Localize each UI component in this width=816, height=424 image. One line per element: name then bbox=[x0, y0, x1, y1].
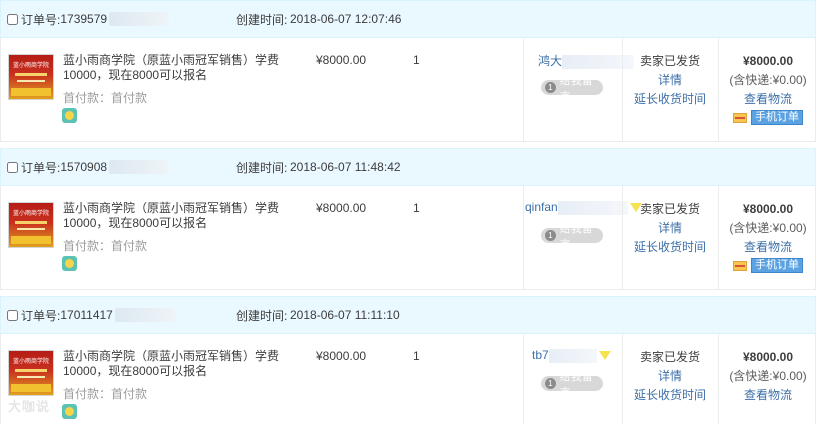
payment-type: 首付款：首付款 bbox=[63, 387, 148, 401]
order-header: 订单号: 1739579 创建时间: 2018-06-07 12:07:46 bbox=[0, 0, 816, 38]
message-count: 1 bbox=[545, 82, 556, 93]
created-at-label: 创建时间: bbox=[236, 160, 288, 175]
extend-receipt-link[interactable]: 延长收货时间 bbox=[623, 386, 717, 405]
order-card: 订单号: 1570908 创建时间: 2018-06-07 11:48:42 蓝… bbox=[0, 148, 816, 290]
quantity: 1 bbox=[413, 201, 420, 215]
order-number: 1739579 bbox=[60, 12, 108, 26]
order-total: ¥8000.00 (含快递:¥0.00) 查看物流 手机订单 bbox=[719, 200, 816, 273]
product-title-link[interactable]: 蓝小雨商学院（原蓝小雨冠军销售）学费10000，现在8000可以报名 bbox=[63, 201, 311, 231]
payment-type: 首付款：首付款 bbox=[63, 239, 148, 253]
product-thumbnail[interactable]: 蓝小雨商学院 bbox=[8, 202, 54, 248]
message-count: 1 bbox=[545, 230, 556, 241]
thumbnail-title: 蓝小雨商学院 bbox=[12, 63, 49, 69]
leave-message-button[interactable]: 1 给我留言 bbox=[541, 75, 603, 103]
buyer-name: tb7 bbox=[532, 348, 549, 362]
product-title-link[interactable]: 蓝小雨商学院（原蓝小雨冠军销售）学费10000，现在8000可以报名 bbox=[63, 53, 311, 83]
order-body: 蓝小雨商学院 蓝小雨商学院（原蓝小雨冠军销售）学费10000，现在8000可以报… bbox=[0, 186, 816, 290]
credit-card-icon bbox=[733, 260, 747, 271]
details-link[interactable]: 详情 bbox=[623, 367, 717, 386]
leave-message-label: 给我留言 bbox=[559, 74, 593, 103]
total-amount: ¥8000.00 bbox=[742, 350, 794, 364]
leave-message-button[interactable]: 1 给我留言 bbox=[541, 371, 603, 399]
redacted-order-suffix bbox=[114, 308, 175, 322]
extend-receipt-link[interactable]: 延长收货时间 bbox=[623, 90, 717, 109]
unit-price: ¥8000.00 bbox=[316, 201, 367, 215]
redacted-order-suffix bbox=[109, 12, 170, 26]
order-no-label: 订单号: bbox=[21, 160, 61, 175]
order-header: 订单号: 17011417 创建时间: 2018-06-07 11:11:10 bbox=[0, 296, 816, 334]
thumbnail-title: 蓝小雨商学院 bbox=[12, 211, 49, 217]
shipping-fee: (含快递:¥0.00) bbox=[729, 369, 807, 383]
quantity: 1 bbox=[413, 53, 420, 67]
order-total: ¥8000.00 (含快递:¥0.00) 查看物流 bbox=[719, 348, 816, 405]
quantity: 1 bbox=[413, 349, 420, 363]
mobile-order-tag: 手机订单 bbox=[751, 258, 803, 273]
order-checkbox[interactable] bbox=[7, 13, 18, 25]
created-at-value: 2018-06-07 11:11:10 bbox=[290, 308, 400, 322]
details-link[interactable]: 详情 bbox=[623, 71, 717, 90]
order-status: 卖家已发货 详情 延长收货时间 bbox=[623, 200, 717, 257]
order-number: 1570908 bbox=[60, 160, 108, 174]
total-amount: ¥8000.00 bbox=[742, 54, 794, 68]
order-status: 卖家已发货 详情 延长收货时间 bbox=[623, 52, 717, 109]
buyer-name-link[interactable]: 鸿大 bbox=[538, 52, 635, 69]
order-card: 订单号: 1739579 创建时间: 2018-06-07 12:07:46 蓝… bbox=[0, 0, 816, 142]
service-badge-icon bbox=[62, 256, 77, 271]
extend-receipt-link[interactable]: 延长收货时间 bbox=[623, 238, 717, 257]
mobile-order-tag: 手机订单 bbox=[751, 110, 803, 125]
product-thumbnail[interactable]: 蓝小雨商学院 bbox=[8, 350, 54, 396]
credit-card-icon bbox=[733, 112, 747, 123]
order-no-label: 订单号: bbox=[21, 12, 61, 27]
product-title-link[interactable]: 蓝小雨商学院（原蓝小雨冠军销售）学费10000，现在8000可以报名 bbox=[63, 349, 311, 379]
unit-price: ¥8000.00 bbox=[316, 53, 367, 67]
flag-icon[interactable] bbox=[598, 351, 611, 361]
unit-price: ¥8000.00 bbox=[316, 349, 367, 363]
redacted-buyer bbox=[557, 200, 628, 215]
created-at-value: 2018-06-07 12:07:46 bbox=[290, 12, 402, 26]
status-text: 卖家已发货 bbox=[639, 350, 700, 364]
order-checkbox[interactable] bbox=[7, 161, 18, 173]
order-card: 订单号: 17011417 创建时间: 2018-06-07 11:11:10 … bbox=[0, 296, 816, 424]
buyer-name: qinfan bbox=[525, 200, 558, 214]
order-checkbox[interactable] bbox=[7, 309, 18, 321]
view-logistics-link[interactable]: 查看物流 bbox=[719, 90, 816, 109]
order-number: 17011417 bbox=[60, 308, 113, 322]
view-logistics-link[interactable]: 查看物流 bbox=[719, 238, 816, 257]
view-logistics-link[interactable]: 查看物流 bbox=[719, 386, 816, 405]
payment-type: 首付款：首付款 bbox=[63, 91, 148, 105]
order-body: 蓝小雨商学院 蓝小雨商学院（原蓝小雨冠军销售）学费10000，现在8000可以报… bbox=[0, 334, 816, 424]
created-at-label: 创建时间: bbox=[236, 308, 288, 323]
order-body: 蓝小雨商学院 蓝小雨商学院（原蓝小雨冠军销售）学费10000，现在8000可以报… bbox=[0, 38, 816, 142]
thumbnail-title: 蓝小雨商学院 bbox=[12, 359, 49, 365]
details-link[interactable]: 详情 bbox=[623, 219, 717, 238]
order-total: ¥8000.00 (含快递:¥0.00) 查看物流 手机订单 bbox=[719, 52, 816, 125]
service-badge-icon bbox=[62, 404, 77, 419]
watermark: 大咖说 bbox=[8, 399, 51, 414]
redacted-order-suffix bbox=[109, 160, 170, 174]
shipping-fee: (含快递:¥0.00) bbox=[729, 73, 807, 87]
order-status: 卖家已发货 详情 延长收货时间 bbox=[623, 348, 717, 405]
buyer-name-link[interactable]: tb7 bbox=[532, 348, 611, 363]
order-no-label: 订单号: bbox=[21, 308, 61, 323]
message-count: 1 bbox=[545, 378, 556, 389]
redacted-buyer bbox=[548, 348, 597, 363]
total-amount: ¥8000.00 bbox=[742, 202, 794, 216]
order-header: 订单号: 1570908 创建时间: 2018-06-07 11:48:42 bbox=[0, 148, 816, 186]
status-text: 卖家已发货 bbox=[639, 202, 700, 216]
shipping-fee: (含快递:¥0.00) bbox=[729, 221, 807, 235]
leave-message-button[interactable]: 1 给我留言 bbox=[541, 223, 603, 251]
buyer-name: 鸿大 bbox=[538, 54, 563, 68]
status-text: 卖家已发货 bbox=[639, 54, 700, 68]
created-at-label: 创建时间: bbox=[236, 12, 288, 27]
product-thumbnail[interactable]: 蓝小雨商学院 bbox=[8, 54, 54, 100]
leave-message-label: 给我留言 bbox=[559, 222, 593, 251]
created-at-value: 2018-06-07 11:48:42 bbox=[290, 160, 401, 174]
leave-message-label: 给我留言 bbox=[559, 370, 593, 399]
service-badge-icon bbox=[62, 108, 77, 123]
